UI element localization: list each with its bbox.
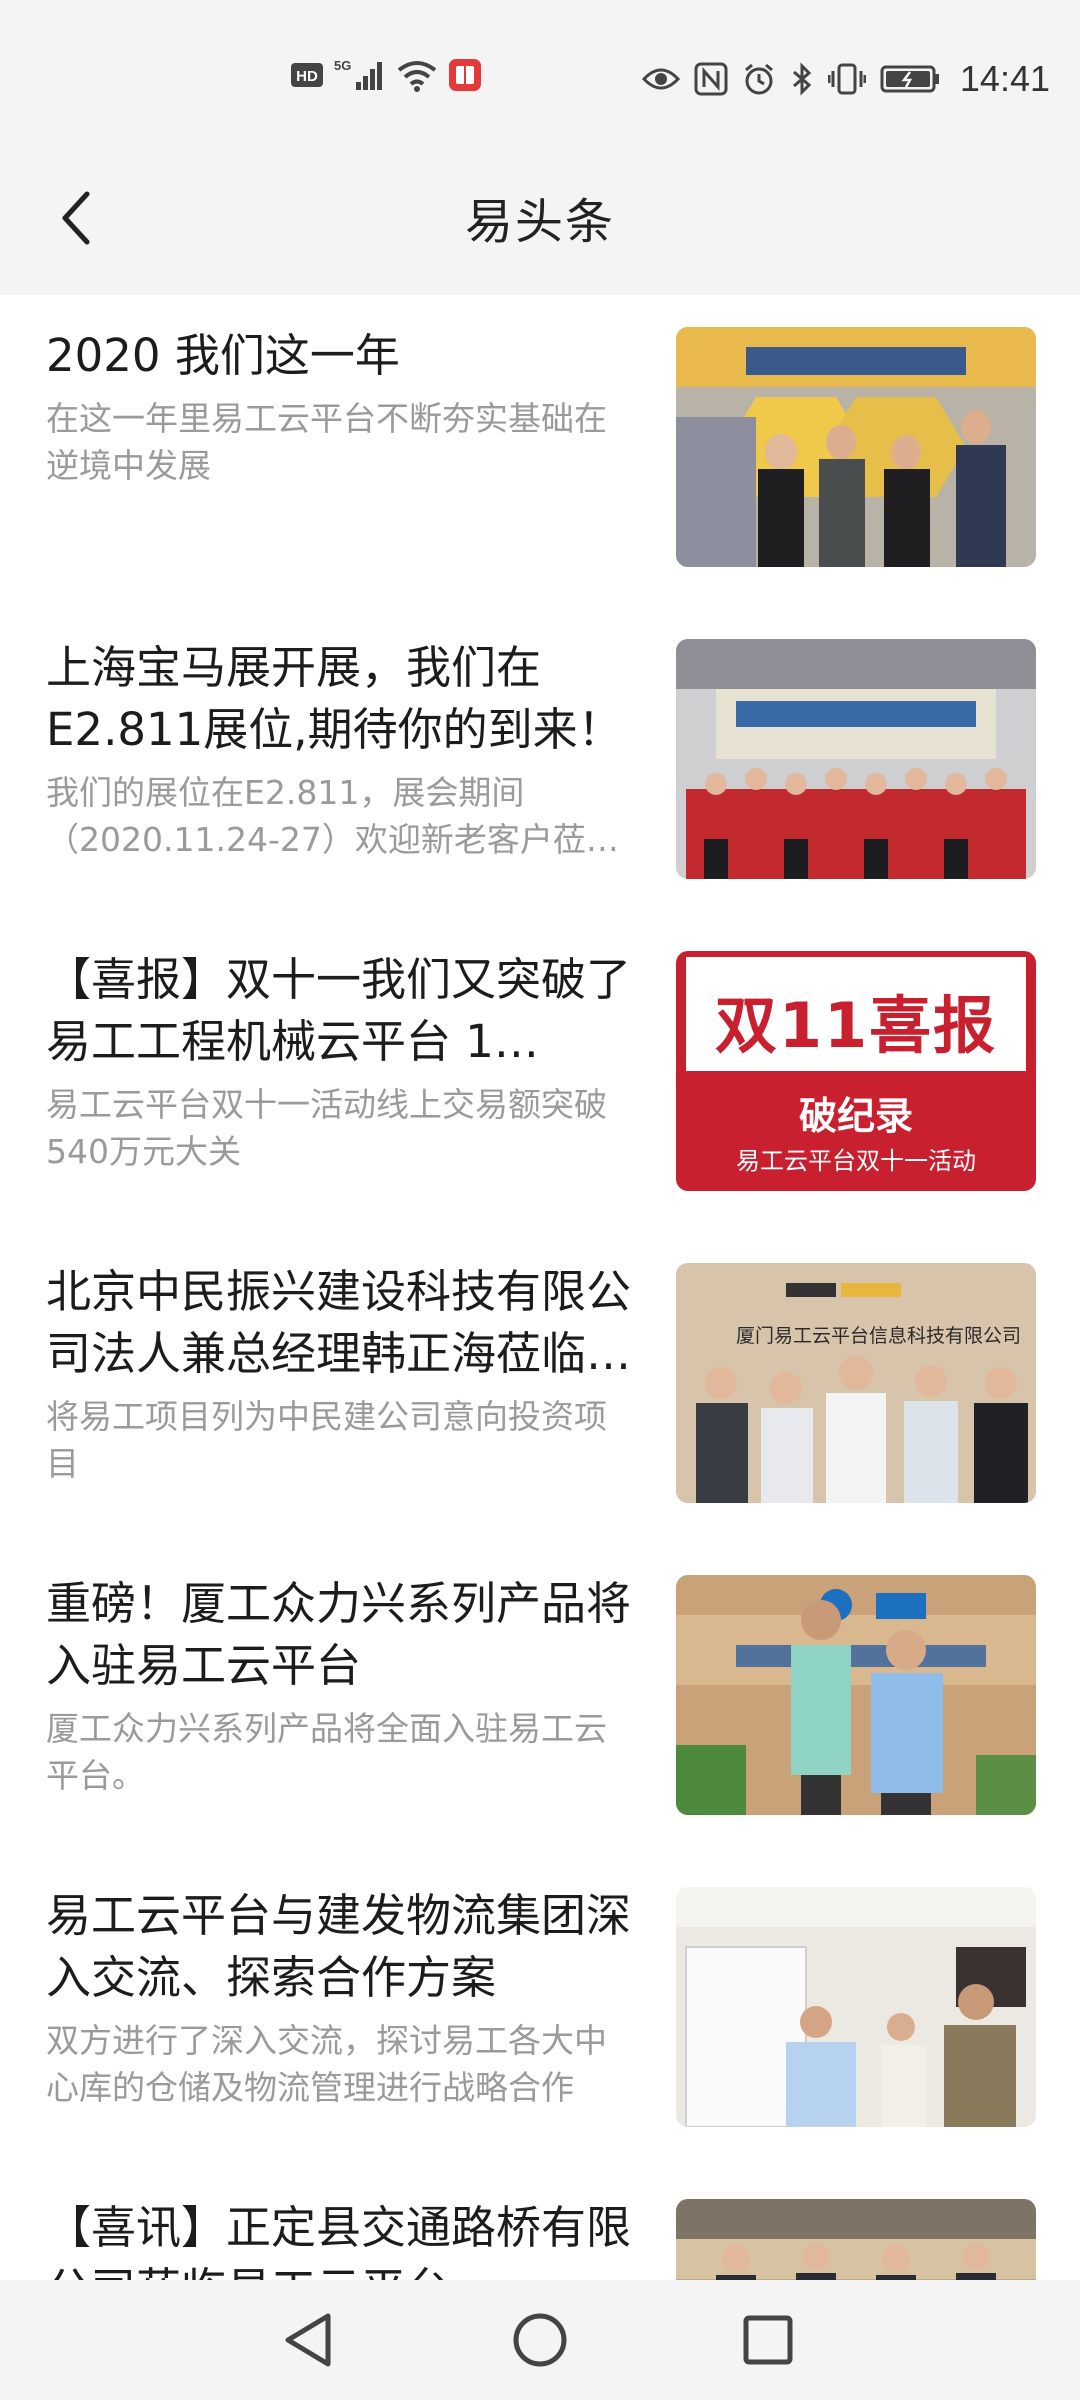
news-item[interactable]: 【喜讯】正定县交通路桥有限公司莅临易工云平台 — [0, 2167, 1080, 2280]
home-circle-icon[interactable] — [504, 2304, 576, 2376]
system-nav-bar — [0, 2280, 1080, 2400]
vibrate-icon — [827, 62, 866, 96]
status-bar: HD 5G 14:41 — [0, 0, 1080, 150]
svg-text:5G: 5G — [334, 58, 351, 73]
status-right-icons: 14:41 — [641, 58, 1050, 100]
news-title: 【喜讯】正定县交通路桥有限公司莅临易工云平台 — [46, 2201, 632, 2280]
eye-icon — [641, 65, 680, 93]
exhibition-photo-image — [676, 639, 1036, 879]
news-title: 2020 我们这一年 — [46, 329, 400, 382]
news-title: 易工云平台与建发物流集团深入交流、探索合作方案 — [46, 1889, 632, 2004]
news-item[interactable]: 2020 我们这一年 在这一年里易工云平台不断夯实基础在逆境中发展 — [0, 295, 1080, 607]
warehouse-photo-image — [676, 2199, 1036, 2280]
news-list[interactable]: 2020 我们这一年 在这一年里易工云平台不断夯实基础在逆境中发展 上海宝马展开… — [0, 295, 1080, 2280]
banner-sub: 易工云平台双十一活动 — [736, 1147, 976, 1175]
news-summary: 双方进行了深入交流，探讨易工各大中心库的仓储及物流管理进行战略合作 — [46, 2021, 607, 2107]
banner-record: 破纪录 — [798, 1094, 913, 1138]
news-item[interactable]: 【喜报】双十一我们又突破了 易工工程机械云平台 1… 易工云平台双十一活动线上交… — [0, 919, 1080, 1231]
page-title: 易头条 — [464, 194, 615, 250]
news-summary: 厦工众力兴系列产品将全面入驻易工云平台。 — [46, 1709, 607, 1795]
news-title: 【喜报】双十一我们又突破了 易工工程机械云平台 1… — [46, 953, 632, 1068]
status-time: 14:41 — [959, 58, 1050, 99]
svg-text:HD: HD — [296, 68, 318, 85]
app-header: 易头条 — [0, 150, 1080, 295]
news-text: 重磅！厦工众力兴系列产品将入驻易工云平台 厦工众力兴系列产品将全面入驻易工云平台… — [46, 1573, 636, 1799]
news-text: 上海宝马展开展，我们在E2.811展位,期待你的到来！ 我们的展位在E2.811… — [46, 637, 636, 863]
news-item[interactable]: 上海宝马展开展，我们在E2.811展位,期待你的到来！ 我们的展位在E2.811… — [0, 607, 1080, 919]
news-text: 【喜报】双十一我们又突破了 易工工程机械云平台 1… 易工云平台双十一活动线上交… — [46, 949, 636, 1175]
news-text: 2020 我们这一年 在这一年里易工云平台不断夯实基础在逆境中发展 — [46, 325, 636, 489]
meeting-photo-image — [676, 1887, 1036, 2127]
hd-icon: HD — [290, 62, 324, 88]
wifi-icon — [396, 58, 438, 92]
news-text: 易工云平台与建发物流集团深入交流、探索合作方案 双方进行了深入交流，探讨易工各大… — [46, 1885, 636, 2111]
battery-icon — [880, 64, 940, 94]
banner-headline: 双11喜报 — [714, 989, 998, 1062]
news-text: 北京中民振兴建设科技有限公司法人兼总经理韩正海莅临考察 将易工项目列为中民建公司… — [46, 1261, 636, 1487]
news-title: 北京中民振兴建设科技有限公司法人兼总经理韩正海莅临考察 — [46, 1265, 632, 1380]
news-title: 重磅！厦工众力兴系列产品将入驻易工云平台 — [46, 1577, 632, 1692]
status-left-icons: HD 5G — [290, 58, 482, 92]
photo-caption: 厦门易工云平台信息科技有限公司 — [736, 1325, 1022, 1347]
news-summary: 将易工项目列为中民建公司意向投资项目 — [46, 1397, 607, 1483]
nfc-icon — [694, 62, 728, 96]
back-triangle-icon[interactable] — [272, 2304, 344, 2376]
recents-square-icon[interactable] — [732, 2304, 804, 2376]
alarm-icon — [742, 62, 776, 96]
news-summary: 易工云平台双十一活动线上交易额突破540万元大关 — [46, 1085, 607, 1171]
news-summary: 我们的展位在E2.811，展会期间（2020.11.24-27）欢迎新老客户莅临… — [46, 773, 619, 859]
5g-signal-icon: 5G — [334, 58, 386, 92]
promo-banner-image: 双11喜报 破纪录 易工云平台双十一活动 — [676, 951, 1036, 1191]
bluetooth-icon — [790, 62, 814, 96]
news-title: 上海宝马展开展，我们在E2.811展位,期待你的到来！ — [46, 641, 623, 756]
team-photo-image — [676, 327, 1036, 567]
notification-app-icon — [448, 58, 482, 92]
handshake-photo-image — [676, 1575, 1036, 1815]
news-summary: 在这一年里易工云平台不断夯实基础在逆境中发展 — [46, 399, 607, 485]
news-item[interactable]: 北京中民振兴建设科技有限公司法人兼总经理韩正海莅临考察 将易工项目列为中民建公司… — [0, 1231, 1080, 1543]
news-item[interactable]: 易工云平台与建发物流集团深入交流、探索合作方案 双方进行了深入交流，探讨易工各大… — [0, 1855, 1080, 2167]
news-item[interactable]: 重磅！厦工众力兴系列产品将入驻易工云平台 厦工众力兴系列产品将全面入驻易工云平台… — [0, 1543, 1080, 1855]
group-photo-image: 厦门易工云平台信息科技有限公司 — [676, 1263, 1036, 1503]
news-text: 【喜讯】正定县交通路桥有限公司莅临易工云平台 — [46, 2197, 636, 2280]
